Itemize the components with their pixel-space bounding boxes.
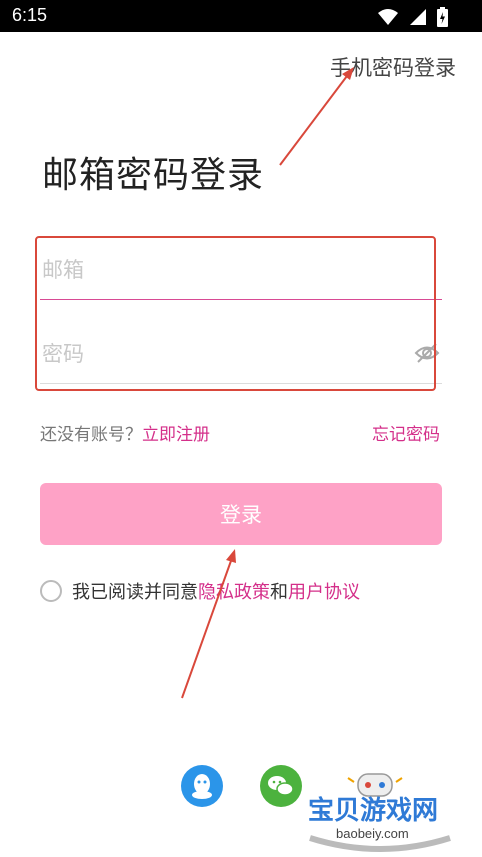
qq-icon	[192, 774, 212, 799]
wechat-icon	[268, 776, 294, 796]
wifi-icon	[378, 9, 398, 25]
privacy-policy-link[interactable]: 隐私政策	[198, 582, 270, 603]
social-login-row: 宝贝游戏网 baobeiy.com	[0, 760, 482, 857]
wechat-login-button[interactable]	[260, 765, 302, 807]
annotation-arrow-bottom	[181, 549, 236, 699]
status-time: 6:15	[12, 5, 48, 25]
agreement-prefix: 我已阅读并同意	[72, 582, 198, 603]
register-link[interactable]: 立即注册	[142, 425, 210, 445]
signal-icon	[410, 9, 426, 25]
login-button[interactable]: 登录	[40, 483, 442, 545]
page-title: 邮箱密码登录	[42, 155, 265, 196]
email-field[interactable]	[40, 240, 442, 300]
forgot-password-link[interactable]: 忘记密码	[372, 420, 440, 445]
agreement-row: 我已阅读并同意隐私政策和用户协议	[40, 578, 360, 604]
watermark-url: baobeiy.com	[336, 826, 409, 841]
password-field[interactable]	[40, 324, 442, 384]
qq-login-button[interactable]	[181, 765, 223, 807]
eye-off-icon[interactable]	[414, 341, 440, 365]
agreement-and: 和	[270, 582, 288, 603]
status-bar: 6:15	[0, 0, 482, 32]
user-agreement-link[interactable]: 用户协议	[288, 582, 360, 603]
account-links-row: 还没有账号？立即注册 忘记密码	[40, 420, 442, 445]
no-account-text: 还没有账号？	[40, 425, 142, 445]
watermark-logo: 宝贝游戏网 baobeiy.com	[300, 768, 460, 854]
watermark-title: 宝贝游戏网	[308, 796, 439, 826]
battery-icon	[437, 7, 448, 27]
status-icons	[377, 7, 448, 27]
agreement-text: 我已阅读并同意隐私政策和用户协议	[72, 578, 360, 604]
agreement-checkbox[interactable]	[40, 580, 62, 602]
phone-password-login-link[interactable]: 手机密码登录	[330, 52, 456, 82]
